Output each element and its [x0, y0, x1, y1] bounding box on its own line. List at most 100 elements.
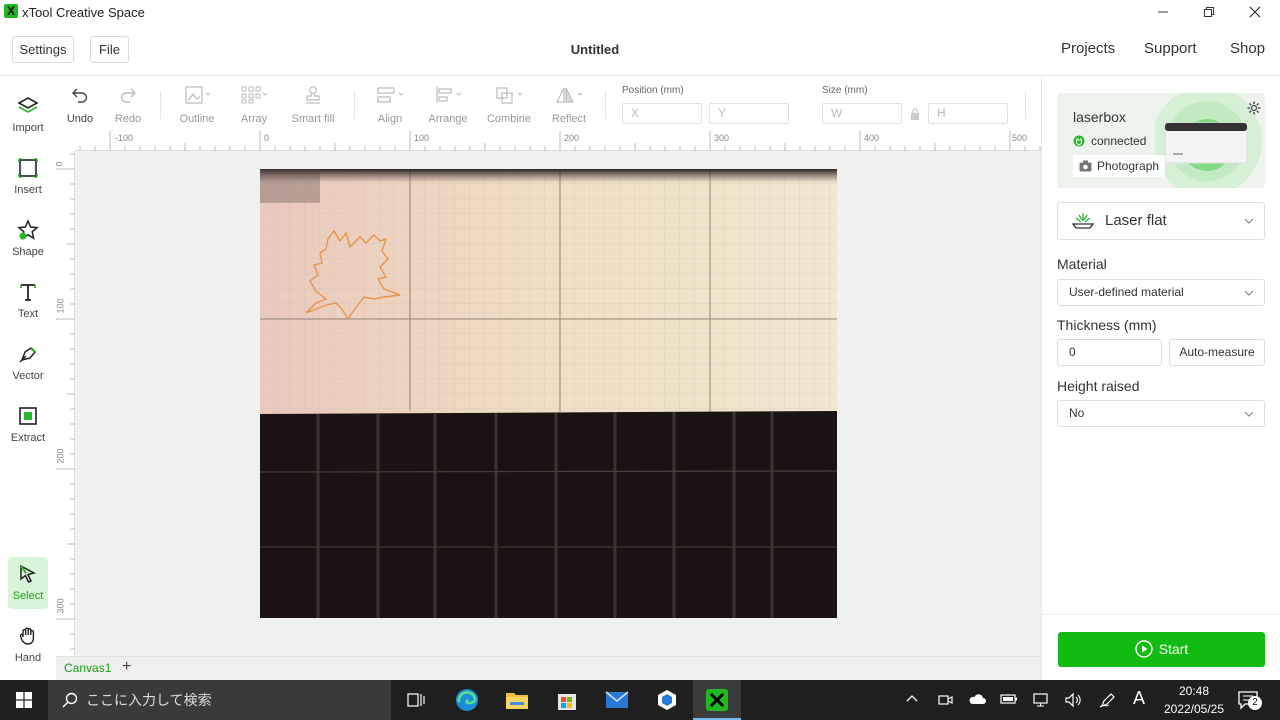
tray-overflow-button[interactable]	[905, 692, 919, 709]
height-raised-select[interactable]: No	[1057, 400, 1265, 427]
connection-status-text: connected	[1091, 134, 1147, 148]
text-tool-label: Text	[17, 308, 39, 320]
array-button[interactable]: Array	[232, 83, 276, 129]
chevron-down-icon	[1244, 218, 1254, 224]
position-x-input[interactable]: X	[622, 103, 702, 124]
canvas-tab-bar: Canvas1 +	[56, 656, 1041, 680]
windows-start-button[interactable]	[0, 680, 48, 720]
insert-icon	[18, 158, 38, 178]
app-3d-button[interactable]	[643, 680, 691, 720]
photograph-button[interactable]: Photograph	[1073, 155, 1166, 177]
select-tool[interactable]: Select	[8, 557, 48, 609]
projects-link[interactable]: Projects	[1061, 40, 1115, 57]
size-h-input[interactable]: H	[928, 103, 1008, 124]
file-button[interactable]: File	[90, 36, 129, 63]
thickness-input[interactable]: 0	[1057, 339, 1162, 366]
restore-button[interactable]	[1186, 0, 1232, 26]
extract-tool-label: Extract	[10, 432, 46, 444]
reflect-button[interactable]: Reflect	[546, 83, 592, 129]
camera-icon	[1079, 160, 1092, 172]
meet-now-button[interactable]	[937, 692, 953, 711]
device-name: laserbox	[1073, 109, 1126, 125]
insert-tool-label: Insert	[14, 184, 42, 196]
app-logo-icon: X	[4, 4, 18, 18]
pen-menu-button[interactable]	[1099, 692, 1117, 711]
extract-tool[interactable]: Extract	[8, 399, 48, 451]
size-w-input[interactable]: W	[822, 103, 902, 124]
vector-tool[interactable]: Vector	[8, 337, 48, 389]
vector-tool-label: Vector	[12, 370, 44, 382]
xtool-taskbar-button[interactable]	[693, 680, 741, 720]
device-card[interactable]: laserbox connected Photograph	[1057, 93, 1265, 188]
shape-tool[interactable]: Shape	[8, 213, 48, 265]
lock-ratio-button[interactable]	[909, 107, 921, 126]
close-button[interactable]	[1232, 0, 1278, 26]
taskbar-search-box[interactable]: ここに入力して検索	[48, 680, 391, 720]
combine-icon	[496, 87, 523, 104]
minimize-button[interactable]	[1140, 0, 1186, 26]
settings-button[interactable]: Settings	[12, 36, 74, 63]
align-button[interactable]: Align	[368, 83, 412, 129]
thickness-label: Thickness (mm)	[1057, 317, 1157, 333]
add-canvas-button[interactable]: +	[122, 658, 131, 676]
ruler-top-label: 100	[414, 133, 430, 143]
combine-button[interactable]: Combine	[484, 83, 534, 129]
smart-fill-button[interactable]: Smart fill	[288, 83, 338, 129]
laserbox-device-icon	[1164, 122, 1248, 164]
volume-button[interactable]	[1064, 692, 1082, 711]
notification-center-button[interactable]: 2	[1232, 680, 1280, 720]
text-tool[interactable]: Text	[8, 275, 48, 327]
start-button[interactable]: Start	[1058, 632, 1265, 667]
insert-tool[interactable]: Insert	[8, 151, 48, 203]
restore-icon	[1204, 7, 1214, 17]
thickness-value: 0	[1069, 345, 1076, 359]
design-canvas[interactable]	[75, 151, 1041, 656]
network-indicator[interactable]	[1032, 692, 1050, 711]
ruler-top-ticks	[79, 131, 1041, 151]
mode-select[interactable]: Laser flat	[1057, 202, 1265, 240]
support-link[interactable]: Support	[1144, 40, 1197, 57]
material-select[interactable]: User-defined material	[1057, 279, 1265, 306]
ruler-left-label: 300	[55, 598, 66, 614]
align-icon	[377, 87, 404, 103]
speaker-icon	[1065, 692, 1081, 708]
arrange-button[interactable]: Arrange	[424, 83, 472, 129]
auto-measure-button[interactable]: Auto-measure	[1169, 339, 1265, 366]
minimize-icon	[1158, 11, 1168, 13]
device-settings-button[interactable]	[1247, 101, 1261, 120]
network-icon	[1033, 693, 1048, 707]
redo-button[interactable]: Redo	[108, 83, 148, 129]
task-view-button[interactable]	[392, 680, 440, 720]
mail-button[interactable]	[593, 680, 641, 720]
tab-canvas1[interactable]: Canvas1	[64, 661, 111, 675]
redo-label: Redo	[114, 113, 142, 125]
ruler-left-label: 200	[55, 448, 66, 464]
import-tool[interactable]: Import	[8, 89, 48, 141]
ruler-top-label: -100	[115, 133, 134, 143]
hand-tool[interactable]: Hand	[8, 619, 48, 671]
ime-indicator[interactable]: A	[1133, 688, 1145, 709]
ruler-left: 0 100 200 300	[55, 151, 75, 656]
mail-icon	[605, 691, 629, 708]
store-button[interactable]	[543, 680, 591, 720]
xtool-icon	[706, 689, 728, 711]
arrange-icon	[436, 87, 462, 103]
redo-icon	[120, 88, 136, 103]
clock-date[interactable]: 2022/05/25	[1152, 702, 1236, 716]
text-icon	[20, 284, 36, 301]
edge-browser-button[interactable]	[443, 680, 491, 720]
toolbar-divider	[354, 91, 355, 119]
position-y-input[interactable]: Y	[709, 103, 789, 124]
battery-indicator[interactable]	[1000, 692, 1018, 709]
undo-button[interactable]: Undo	[60, 83, 100, 129]
onedrive-button[interactable]	[968, 692, 986, 709]
file-explorer-button[interactable]	[493, 680, 541, 720]
search-icon	[62, 692, 78, 708]
clock-time[interactable]: 20:48	[1164, 684, 1224, 698]
align-label: Align	[377, 113, 403, 125]
shop-link[interactable]: Shop	[1230, 40, 1265, 57]
windows-logo-icon	[16, 692, 32, 708]
ruler-top: -100 0 100 200 300 400 500	[75, 131, 1041, 151]
outline-button[interactable]: Outline	[174, 83, 220, 129]
reflect-icon	[556, 87, 583, 103]
